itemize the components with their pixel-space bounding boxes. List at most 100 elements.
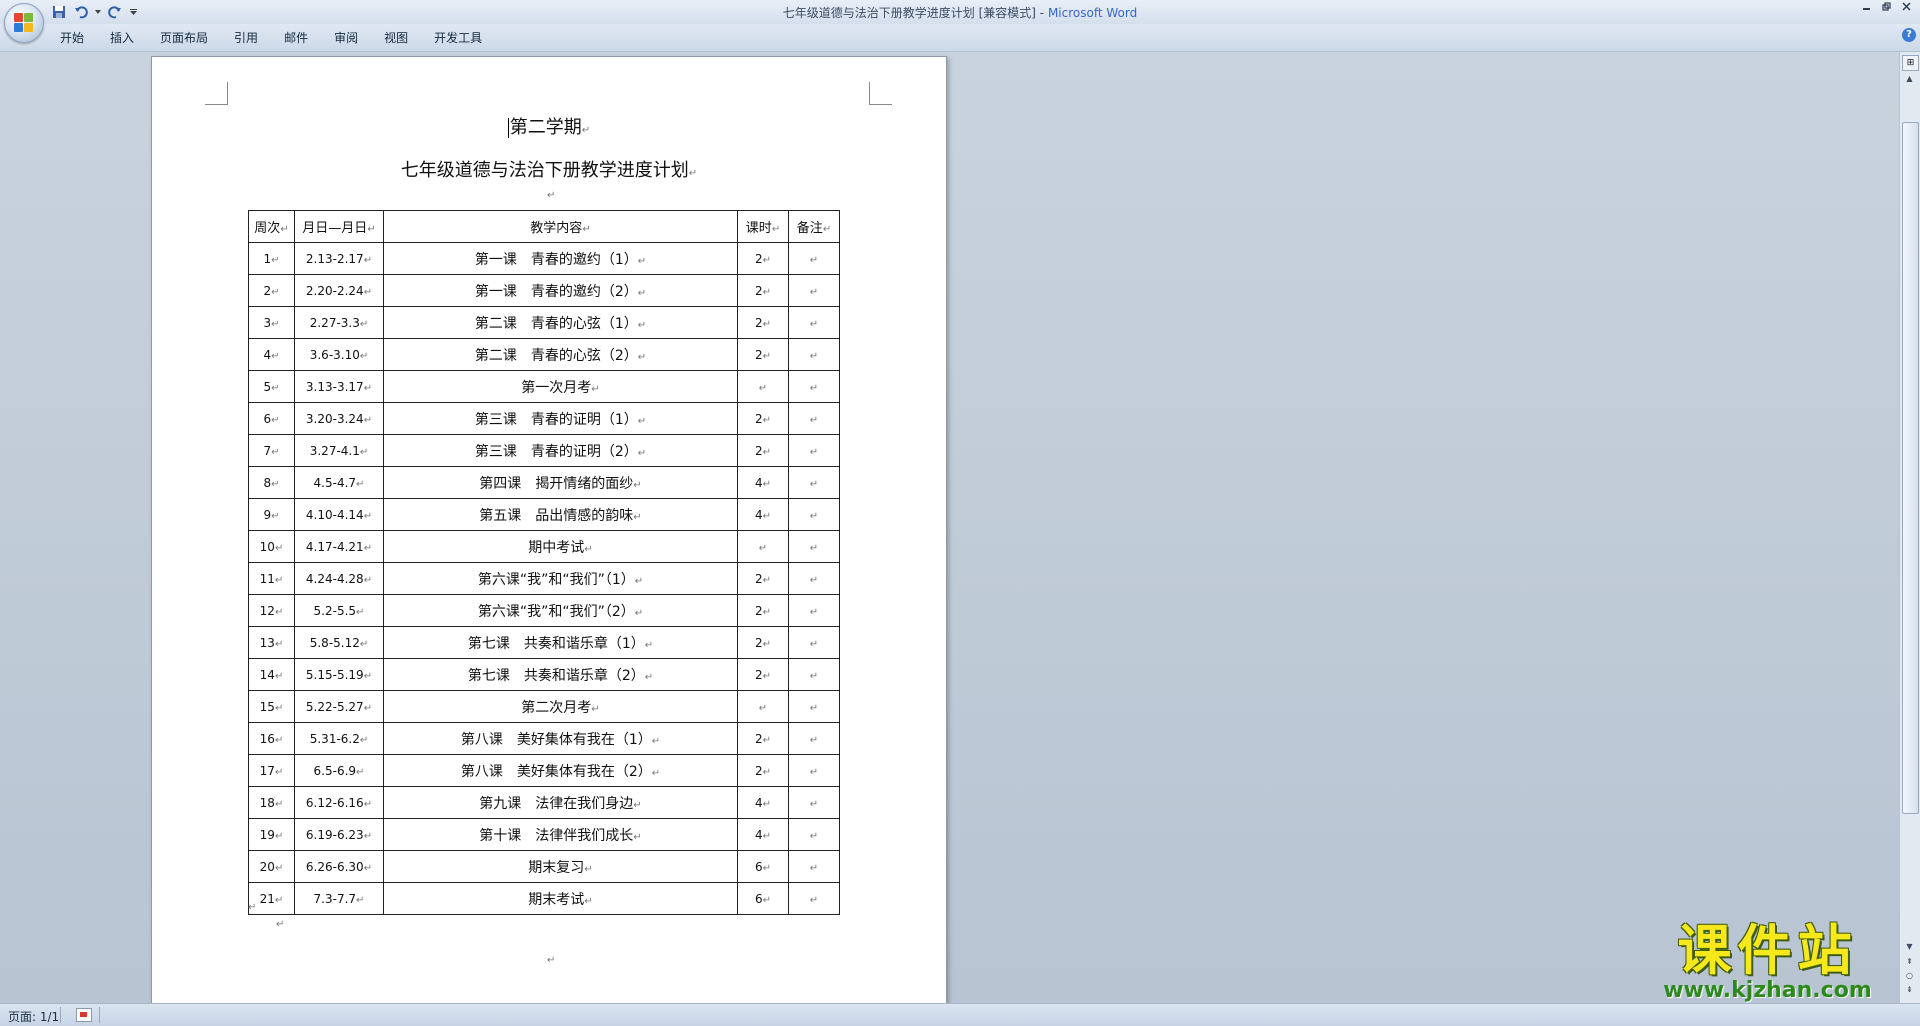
content-cell[interactable]: 第七课 共奏和谐乐章（2）↵ — [383, 658, 738, 691]
dates-cell[interactable]: 3.27-4.1↵ — [294, 434, 384, 467]
dates-cell[interactable]: 4.24-4.28↵ — [294, 562, 384, 595]
week-cell[interactable]: 5↵ — [248, 370, 295, 403]
header-hours[interactable]: 课时↵ — [737, 210, 789, 243]
hours-cell[interactable]: 2↵ — [737, 562, 789, 595]
content-cell[interactable]: 第三课 青春的证明（1）↵ — [383, 402, 738, 435]
content-cell[interactable]: 期末复习↵ — [383, 850, 738, 883]
content-cell[interactable]: 第六课“我”和“我们”（2）↵ — [383, 594, 738, 627]
dates-cell[interactable]: 6.26-6.30↵ — [294, 850, 384, 883]
notes-cell[interactable]: ↵ — [788, 306, 840, 339]
content-cell[interactable]: 第二课 青春的心弦（1）↵ — [383, 306, 738, 339]
hours-cell[interactable]: ↵ — [737, 530, 789, 563]
hours-cell[interactable]: 2↵ — [737, 722, 789, 755]
scroll-up-button[interactable]: ▲ — [1902, 74, 1917, 88]
content-cell[interactable]: 期末考试↵ — [383, 882, 738, 915]
content-cell[interactable]: 第十课 法律伴我们成长↵ — [383, 818, 738, 851]
office-button[interactable] — [4, 3, 44, 43]
week-cell[interactable]: 4↵ — [248, 338, 295, 371]
week-cell[interactable]: 20↵ — [248, 850, 295, 883]
proofing-status-icon[interactable] — [76, 1008, 92, 1022]
scroll-down-button[interactable]: ▼ — [1902, 942, 1917, 956]
content-cell[interactable]: 第三课 青春的证明（2）↵ — [383, 434, 738, 467]
tab-review[interactable]: 审阅 — [321, 30, 371, 46]
dates-cell[interactable]: 3.20-3.24↵ — [294, 402, 384, 435]
dates-cell[interactable]: 6.12-6.16↵ — [294, 786, 384, 819]
dates-cell[interactable]: 7.3-7.7↵ — [294, 882, 384, 915]
tab-mailings[interactable]: 邮件 — [271, 30, 321, 46]
hours-cell[interactable]: 4↵ — [737, 786, 789, 819]
dates-cell[interactable]: 4.5-4.7↵ — [294, 466, 384, 499]
notes-cell[interactable]: ↵ — [788, 690, 840, 723]
restore-button[interactable] — [1878, 1, 1894, 15]
content-cell[interactable]: 第一课 青春的邀约（1）↵ — [383, 242, 738, 275]
hours-cell[interactable]: 2↵ — [737, 626, 789, 659]
notes-cell[interactable]: ↵ — [788, 594, 840, 627]
notes-cell[interactable]: ↵ — [788, 722, 840, 755]
week-cell[interactable]: 13↵ — [248, 626, 295, 659]
schedule-table[interactable]: 周次↵ 月日—月日↵ 教学内容↵ 课时↵ 备注↵ 1↵ 2.13-2.17↵ 第一课… — [248, 210, 840, 915]
view-ruler-button[interactable]: ⊞ — [1902, 55, 1919, 71]
week-cell[interactable]: 16↵ — [248, 722, 295, 755]
page-count-status[interactable]: 页面: 1/1 — [8, 1008, 59, 1025]
dates-cell[interactable]: 4.17-4.21↵ — [294, 530, 384, 563]
week-cell[interactable]: 11↵ — [248, 562, 295, 595]
notes-cell[interactable]: ↵ — [788, 338, 840, 371]
hours-cell[interactable]: 2↵ — [737, 754, 789, 787]
tab-view[interactable]: 视图 — [371, 30, 421, 46]
week-cell[interactable]: 1↵ — [248, 242, 295, 275]
dates-cell[interactable]: 4.10-4.14↵ — [294, 498, 384, 531]
tab-insert[interactable]: 插入 — [97, 30, 147, 46]
notes-cell[interactable]: ↵ — [788, 818, 840, 851]
week-cell[interactable]: 6↵ — [248, 402, 295, 435]
dates-cell[interactable]: 5.31-6.2↵ — [294, 722, 384, 755]
week-cell[interactable]: 3↵ — [248, 306, 295, 339]
week-cell[interactable]: 9↵ — [248, 498, 295, 531]
notes-cell[interactable]: ↵ — [788, 786, 840, 819]
document-workspace[interactable]: 第二学期↵ 七年级道德与法治下册教学进度计划↵ ↵ 周次↵ 月日—月日↵ 教学内… — [0, 52, 1900, 1018]
week-cell[interactable]: 7↵ — [248, 434, 295, 467]
notes-cell[interactable]: ↵ — [788, 370, 840, 403]
week-cell[interactable]: 17↵ — [248, 754, 295, 787]
notes-cell[interactable]: ↵ — [788, 754, 840, 787]
dates-cell[interactable]: 2.27-3.3↵ — [294, 306, 384, 339]
dates-cell[interactable]: 5.2-5.5↵ — [294, 594, 384, 627]
hours-cell[interactable]: ↵ — [737, 690, 789, 723]
tab-developer[interactable]: 开发工具 — [421, 30, 495, 46]
week-cell[interactable]: 8↵ — [248, 466, 295, 499]
notes-cell[interactable]: ↵ — [788, 498, 840, 531]
notes-cell[interactable]: ↵ — [788, 466, 840, 499]
content-cell[interactable]: 第一课 青春的邀约（2）↵ — [383, 274, 738, 307]
hours-cell[interactable]: 2↵ — [737, 306, 789, 339]
notes-cell[interactable]: ↵ — [788, 562, 840, 595]
minimize-button[interactable] — [1858, 1, 1874, 15]
next-page-button[interactable]: ⇟ — [1902, 985, 1917, 999]
close-button[interactable] — [1898, 1, 1914, 15]
tab-references[interactable]: 引用 — [221, 30, 271, 46]
dates-cell[interactable]: 5.22-5.27↵ — [294, 690, 384, 723]
hours-cell[interactable]: ↵ — [737, 370, 789, 403]
document-page[interactable]: 第二学期↵ 七年级道德与法治下册教学进度计划↵ ↵ 周次↵ 月日—月日↵ 教学内… — [151, 56, 947, 1018]
notes-cell[interactable]: ↵ — [788, 882, 840, 915]
notes-cell[interactable]: ↵ — [788, 530, 840, 563]
vertical-scrollbar[interactable]: ⊞ ▲ ▼ ⇞ ○ ⇟ — [1899, 52, 1920, 1003]
content-cell[interactable]: 第八课 美好集体有我在（1）↵ — [383, 722, 738, 755]
notes-cell[interactable]: ↵ — [788, 402, 840, 435]
dates-cell[interactable]: 2.20-2.24↵ — [294, 274, 384, 307]
hours-cell[interactable]: 2↵ — [737, 434, 789, 467]
content-cell[interactable]: 第四课 揭开情绪的面纱↵ — [383, 466, 738, 499]
tab-page-layout[interactable]: 页面布局 — [147, 30, 221, 46]
hours-cell[interactable]: 6↵ — [737, 850, 789, 883]
notes-cell[interactable]: ↵ — [788, 242, 840, 275]
week-cell[interactable]: 12↵ — [248, 594, 295, 627]
week-cell[interactable]: 2↵ — [248, 274, 295, 307]
hours-cell[interactable]: 2↵ — [737, 658, 789, 691]
tab-home[interactable]: 开始 — [47, 30, 97, 46]
notes-cell[interactable]: ↵ — [788, 626, 840, 659]
dates-cell[interactable]: 3.6-3.10↵ — [294, 338, 384, 371]
document-heading-semester[interactable]: 第二学期↵ — [152, 113, 946, 139]
header-week[interactable]: 周次↵ — [248, 210, 295, 243]
dates-cell[interactable]: 5.8-5.12↵ — [294, 626, 384, 659]
notes-cell[interactable]: ↵ — [788, 274, 840, 307]
notes-cell[interactable]: ↵ — [788, 434, 840, 467]
content-cell[interactable]: 第五课 品出情感的韵味↵ — [383, 498, 738, 531]
